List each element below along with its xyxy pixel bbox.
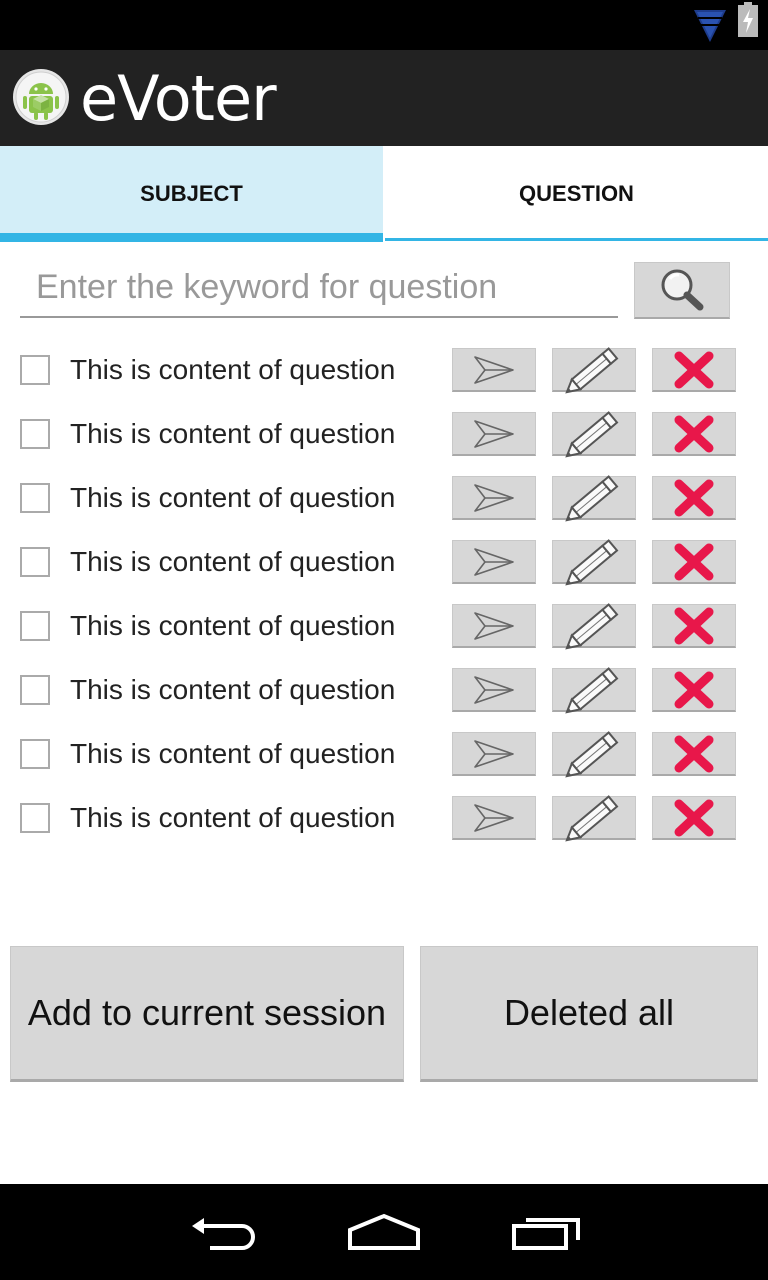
android-logo-icon	[13, 69, 69, 125]
question-row: This is content of question	[0, 474, 768, 540]
question-checkbox[interactable]	[20, 611, 50, 641]
send-question-button[interactable]	[452, 540, 536, 584]
search-button[interactable]	[634, 262, 730, 319]
delete-x-icon	[674, 607, 714, 644]
question-checkbox[interactable]	[20, 675, 50, 705]
delete-question-button[interactable]	[652, 540, 736, 584]
delete-x-icon	[674, 799, 714, 836]
edit-question-button[interactable]	[552, 794, 636, 841]
delete-question-button[interactable]	[652, 604, 736, 648]
app-title: eVoter	[80, 62, 277, 135]
delete-x-icon	[674, 671, 714, 708]
send-icon	[474, 547, 514, 576]
pencil-icon	[565, 666, 619, 713]
edit-question-button[interactable]	[552, 410, 636, 457]
question-checkbox[interactable]	[20, 483, 50, 513]
pencil-icon	[565, 794, 619, 841]
status-bar	[0, 0, 768, 50]
tab-underline	[385, 238, 768, 241]
send-question-button[interactable]	[452, 796, 536, 840]
question-checkbox[interactable]	[20, 547, 50, 577]
question-row: This is content of question	[0, 346, 768, 412]
send-icon	[474, 739, 514, 768]
delete-question-button[interactable]	[652, 476, 736, 520]
add-to-session-label: Add to current session	[27, 992, 387, 1033]
question-checkbox[interactable]	[20, 739, 50, 769]
delete-x-icon	[674, 351, 714, 388]
tab-subject-label: SUBJECT	[140, 181, 243, 206]
question-text: This is content of question	[70, 546, 396, 577]
send-icon	[474, 419, 514, 448]
delete-question-button[interactable]	[652, 348, 736, 392]
action-bar: eVoter	[0, 50, 768, 146]
send-question-button[interactable]	[452, 668, 536, 712]
question-row: This is content of question	[0, 794, 768, 860]
send-icon	[474, 483, 514, 512]
question-checkbox[interactable]	[20, 419, 50, 449]
question-text: This is content of question	[70, 610, 396, 641]
pencil-icon	[565, 730, 619, 777]
delete-x-icon	[674, 479, 714, 516]
send-question-button[interactable]	[452, 476, 536, 520]
delete-question-button[interactable]	[652, 668, 736, 712]
delete-all-button[interactable]: Deleted all	[420, 946, 758, 1082]
question-text: This is content of question	[70, 738, 396, 769]
send-question-button[interactable]	[452, 732, 536, 776]
pencil-icon	[565, 410, 619, 457]
question-row: This is content of question	[0, 538, 768, 604]
tab-selected-indicator	[0, 233, 383, 242]
pencil-icon	[565, 538, 619, 585]
recent-apps-icon[interactable]	[510, 1212, 584, 1252]
question-text: This is content of question	[70, 482, 396, 513]
add-to-session-button[interactable]: Add to current session	[10, 946, 404, 1082]
tab-bar: SUBJECT QUESTION	[0, 146, 768, 242]
delete-x-icon	[674, 415, 714, 452]
search-icon	[661, 269, 704, 311]
question-row: This is content of question	[0, 602, 768, 668]
edit-question-button[interactable]	[552, 666, 636, 713]
wifi-icon	[694, 10, 726, 42]
question-text: This is content of question	[70, 354, 396, 385]
edit-question-button[interactable]	[552, 602, 636, 649]
send-question-button[interactable]	[452, 604, 536, 648]
delete-question-button[interactable]	[652, 412, 736, 456]
pencil-icon	[565, 602, 619, 649]
battery-icon	[738, 2, 758, 37]
question-row: This is content of question	[0, 730, 768, 796]
tab-question-label: QUESTION	[519, 181, 634, 206]
delete-x-icon	[674, 543, 714, 580]
tab-subject[interactable]: SUBJECT	[0, 146, 383, 242]
tab-question[interactable]: QUESTION	[385, 146, 768, 242]
question-row: This is content of question	[0, 666, 768, 732]
send-icon	[474, 611, 514, 640]
send-question-button[interactable]	[452, 412, 536, 456]
question-checkbox[interactable]	[20, 803, 50, 833]
edit-question-button[interactable]	[552, 474, 636, 521]
edit-question-button[interactable]	[552, 346, 636, 393]
edit-question-button[interactable]	[552, 730, 636, 777]
send-icon	[474, 355, 514, 384]
pencil-icon	[565, 474, 619, 521]
pencil-icon	[565, 346, 619, 393]
delete-x-icon	[674, 735, 714, 772]
question-row: This is content of question	[0, 410, 768, 476]
navigation-bar	[0, 1184, 768, 1280]
edit-question-button[interactable]	[552, 538, 636, 585]
send-icon	[474, 675, 514, 704]
back-icon[interactable]	[190, 1212, 260, 1252]
delete-question-button[interactable]	[652, 796, 736, 840]
question-text: This is content of question	[70, 418, 396, 449]
question-checkbox[interactable]	[20, 355, 50, 385]
home-icon[interactable]	[346, 1212, 422, 1252]
search-input[interactable]	[20, 258, 618, 318]
delete-question-button[interactable]	[652, 732, 736, 776]
question-text: This is content of question	[70, 674, 396, 705]
send-question-button[interactable]	[452, 348, 536, 392]
send-icon	[474, 803, 514, 832]
question-text: This is content of question	[70, 802, 396, 833]
delete-all-label: Deleted all	[503, 992, 675, 1033]
